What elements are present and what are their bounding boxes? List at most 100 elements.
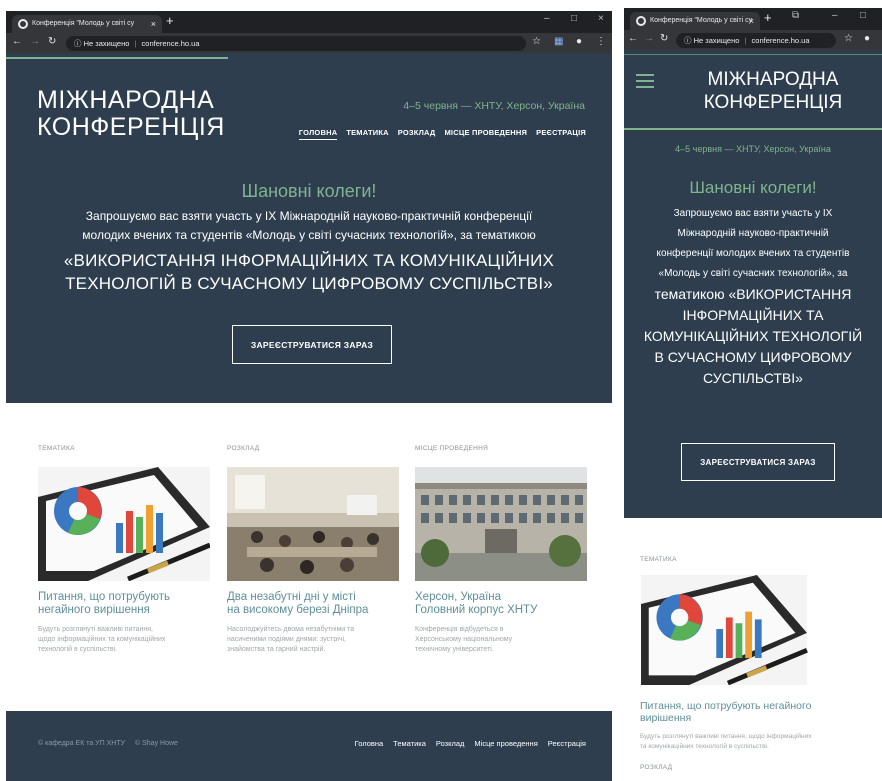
feature-label: ТЕМАТИКА [640,556,677,563]
not-secure-label: Не захищено [693,36,740,45]
loading-bar [6,57,228,59]
feature-label: РОЗКЛАД [640,764,673,771]
footer-link-schedule[interactable]: Розклад [436,739,465,748]
profile-icon[interactable]: ● [576,36,582,47]
nav-home[interactable]: ГОЛОВНА [298,128,338,140]
invite-line: конференції молодих вчених та студентів [656,248,850,259]
reload-icon[interactable]: ↻ [48,36,56,47]
site-favicon-icon [18,19,28,29]
info-icon: ⓘ [684,36,692,45]
minimize-button[interactable]: – [832,10,838,21]
feature-title[interactable]: Херсон, Україна Головний корпус ХНТУ [415,591,605,617]
theme-line: КОМУНІКАЦІЙНИХ ТЕХНОЛОГІЙ [643,328,863,344]
feature-label: ТЕМАТИКА [38,445,75,452]
site-title[interactable]: МІЖНАРОДНА КОНФЕРЕНЦІЯ [664,68,882,114]
greeting-heading: Шановні колеги! [689,178,817,197]
nav-schedule[interactable]: РОЗКЛАД [398,128,436,140]
info-icon: ⓘ [74,39,82,48]
browser-tab[interactable]: Конференція "Молодь у світі су × [12,15,162,33]
event-tagline: 4–5 червня — ХНТУ, Херсон, Україна [675,144,831,154]
feature-description: Конференція відбудеться в Херсонському н… [415,626,513,653]
feature-label: РОЗКЛАД [227,445,260,452]
features-section: ТЕМАТИКА Питання, що потрубують негайног… [6,403,612,711]
site-favicon-icon [636,16,646,26]
invite-line: Запрошуємо вас взяти участь у IX [673,208,833,219]
title-divider [624,128,882,130]
tab-strip: Конференція "Молодь у світі су × + – □ × [6,11,612,33]
close-window-button[interactable]: × [598,13,604,24]
theme-line: тематикою «ВИКОРИСТАННЯ [654,286,852,302]
nav-venue[interactable]: МІСЦЕ ПРОВЕДЕННЯ [444,128,527,140]
maximize-button[interactable]: □ [571,13,577,24]
omnibox[interactable]: ⓘ Не захищено | conference.ho.ua [66,36,526,51]
url-text: conference.ho.ua [751,36,810,45]
conference-room-graphic [227,467,399,581]
feature-card-venue: МІСЦЕ ПРОВЕДЕННЯ Херсон, Україна Головни… [415,445,587,653]
tablet-chart-image [38,467,210,581]
page-viewport: МІЖНАРОДНА КОНФЕРЕНЦІЯ 4–5 червня — ХНТУ… [6,53,612,781]
footer-link-home[interactable]: Головна [355,739,384,748]
hero-content: Шановні колеги! Запрошуємо вас взяти уча… [624,178,882,389]
footer-link-registration[interactable]: Реєстрація [548,739,586,748]
desktop-browser-window: Конференція "Молодь у світі су × + – □ ×… [6,11,612,781]
menu-dots-icon[interactable]: ⋮ [596,36,606,47]
bookmark-star-icon[interactable]: ☆ [844,33,853,44]
feature-description: Будуть розглянуті важливі питання, щодо … [640,733,812,750]
tablet-chart-image [640,575,808,685]
register-now-button[interactable]: ЗАРЕЄСТРУВАТИСЯ ЗАРАЗ [681,443,835,481]
address-bar-row: ← → ↻ ⓘ Не захищено | conference.ho.ua ☆… [6,33,612,53]
forward-arrow-icon[interactable]: → [644,33,654,44]
forward-arrow-icon[interactable]: → [30,36,40,47]
footer-copyright: © кафедра ЕК та УП ХНТУ © Shay Howe [38,740,178,747]
profile-icon[interactable]: ● [864,33,870,44]
hero-content: Шановні колеги! Запрошуємо вас взяти уча… [6,181,612,295]
feature-title[interactable]: Питання, що потрубують негайного вирішен… [640,700,876,724]
feature-card-topics: ТЕМАТИКА Питання, що потрубують негайног… [38,445,210,653]
event-tagline: 4–5 червня — ХНТУ, Херсон, Україна [403,100,585,112]
main-nav: ГОЛОВНА ТЕМАТИКА РОЗКЛАД МІСЦЕ ПРОВЕДЕНН… [290,128,586,140]
tab-title: Конференція "Молодь у світі су [32,20,135,27]
omnibox[interactable]: ⓘ Не захищено | conference.ho.ua [676,33,836,48]
back-arrow-icon[interactable]: ← [12,36,22,47]
feature-card-schedule: РОЗКЛАД Два незабутні дні у місті на вис… [227,445,399,653]
university-building-graphic [415,467,587,581]
back-arrow-icon[interactable]: ← [628,33,638,44]
tab-close-icon[interactable]: × [749,12,754,30]
footer-link-topics[interactable]: Тематика [393,739,426,748]
minimize-button[interactable]: – [544,13,550,24]
cast-icon[interactable]: ⧉ [792,10,799,21]
maximize-button[interactable]: □ [860,10,866,21]
theme-line-1: «ВИКОРИСТАННЯ ІНФОРМАЦІЙНИХ ТА КОМУНІКАЦ… [63,251,555,270]
tablet-chart-graphic [641,575,808,685]
footer-credit[interactable]: © Shay Howe [135,740,178,747]
site-title[interactable]: МІЖНАРОДНА КОНФЕРЕНЦІЯ [37,87,225,141]
reload-icon[interactable]: ↻ [660,33,668,44]
nav-topics[interactable]: ТЕМАТИКА [346,128,388,140]
mobile-hero: МІЖНАРОДНА КОНФЕРЕНЦІЯ 4–5 червня — ХНТУ… [624,50,882,518]
feature-title[interactable]: Питання, що потрубують негайного вирішен… [38,591,228,617]
invite-line-1: Запрошуємо вас взяти участь у IX Міжнаро… [85,209,533,223]
extension-icon[interactable]: ▦ [554,36,563,47]
hamburger-menu-icon[interactable] [636,74,654,88]
browser-tab[interactable]: Конференція "Молодь у світі су × [630,12,760,30]
feature-label: МІСЦЕ ПРОВЕДЕННЯ [415,445,489,452]
new-tab-button[interactable]: + [166,13,174,28]
bookmark-star-icon[interactable]: ☆ [532,36,541,47]
footer-link-venue[interactable]: Місце проведення [474,739,537,748]
invite-line-2: молодих вчених та студентів «Молодь у св… [82,228,536,242]
feature-description: Насолоджуйтесь двома незабутніми та наси… [227,626,355,653]
conference-room-image [227,467,399,581]
feature-title[interactable]: Два незабутні дні у місті на високому бе… [227,591,417,617]
tab-strip: Конференція "Молодь у світі су × + ⧉ – □ [624,8,882,30]
register-now-button[interactable]: ЗАРЕЄСТРУВАТИСЯ ЗАРАЗ [232,325,392,364]
tab-close-icon[interactable]: × [151,15,156,33]
invite-line: Міжнародній науково-практичній [677,228,829,239]
nav-registration[interactable]: РЕЄСТРАЦІЯ [536,128,586,140]
site-footer: © кафедра ЕК та УП ХНТУ © Shay Howe Голо… [6,711,612,781]
new-tab-button[interactable]: + [764,10,772,25]
feature-description: Будуть розглянуті важливі питання, щодо … [38,626,166,653]
invite-line: «Молодь у світі сучасних технологій», за [658,268,848,279]
greeting-heading: Шановні колеги! [241,181,377,201]
url-text: conference.ho.ua [141,39,200,48]
mobile-browser-window: Конференція "Молодь у світі су × + ⧉ – □… [624,8,882,781]
